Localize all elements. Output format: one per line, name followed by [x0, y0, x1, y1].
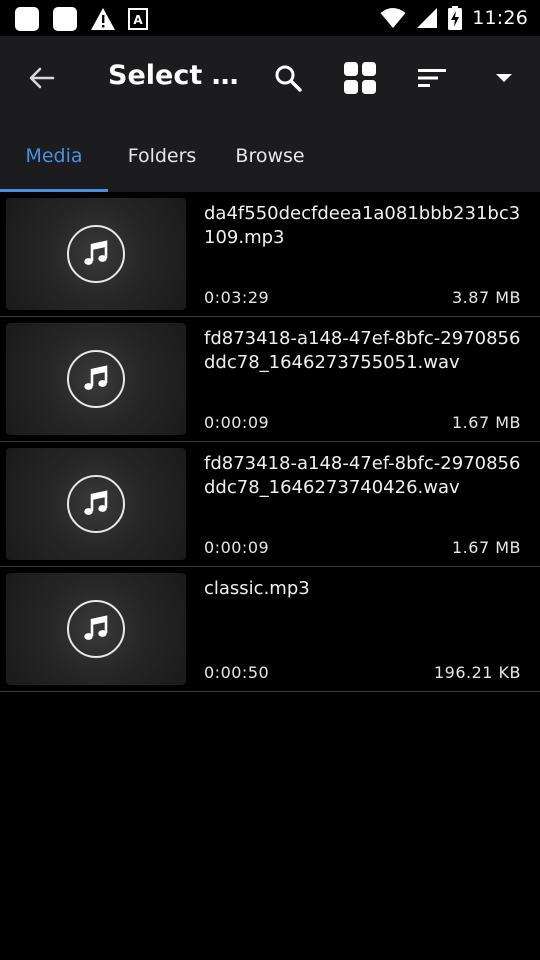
file-name: da4f550decfdeea1a081bbb231bc3109.mp3 [204, 203, 521, 248]
sort-icon [418, 69, 446, 87]
battery-charging-icon [448, 6, 463, 30]
grid-view-button[interactable] [340, 58, 380, 98]
svg-text:A: A [133, 13, 143, 27]
warning-icon [91, 8, 115, 30]
text-a-icon: A [128, 8, 148, 30]
music-note-icon [67, 350, 125, 408]
file-size: 196.21 KB [433, 663, 521, 682]
file-size: 1.67 MB [452, 413, 521, 432]
list-item[interactable]: fd873418-a148-47ef-8bfc-2970856ddc78_164… [0, 317, 540, 442]
tab-browse[interactable]: Browse [216, 120, 324, 192]
tab-media[interactable]: Media [0, 120, 108, 192]
notification-square-icon [15, 7, 39, 31]
thumbnail [6, 573, 186, 685]
app-bar: Select fi... [0, 36, 540, 120]
list-item[interactable]: da4f550decfdeea1a081bbb231bc3109.mp3 0:0… [0, 192, 540, 317]
back-arrow-icon [29, 67, 55, 89]
tab-folders[interactable]: Folders [108, 120, 216, 192]
grid-view-icon [344, 62, 376, 94]
wifi-icon [380, 8, 406, 28]
list-item[interactable]: fd873418-a148-47ef-8bfc-2970856ddc78_164… [0, 442, 540, 567]
tab-bar: Media Folders Browse [0, 120, 540, 192]
list-item[interactable]: classic.mp3 0:00:50 196.21 KB [0, 567, 540, 692]
status-right-icons: 11:26 [380, 6, 528, 30]
file-size: 1.67 MB [452, 538, 521, 557]
sort-button[interactable] [412, 58, 452, 98]
file-name: fd873418-a148-47ef-8bfc-2970856ddc78_164… [204, 328, 521, 373]
file-duration: 0:00:50 [204, 663, 270, 682]
file-size: 3.87 MB [452, 288, 521, 307]
file-duration: 0:00:09 [204, 538, 270, 557]
thumbnail [6, 448, 186, 560]
music-note-icon [67, 225, 125, 283]
music-note-icon [67, 475, 125, 533]
file-name: classic.mp3 [204, 578, 310, 599]
notification-square-icon [53, 7, 77, 31]
status-time: 11:26 [472, 7, 528, 29]
search-button[interactable] [268, 58, 308, 98]
file-list: da4f550decfdeea1a081bbb231bc3109.mp3 0:0… [0, 192, 540, 692]
search-icon [275, 65, 302, 92]
status-left-icons: A [14, 6, 148, 32]
signal-icon [417, 8, 438, 28]
music-note-icon [67, 600, 125, 658]
thumbnail [6, 198, 186, 310]
thumbnail [6, 323, 186, 435]
page-title: Select fi... [108, 60, 248, 91]
dropdown-arrow-icon [496, 74, 512, 82]
status-bar: A 11:26 [0, 0, 540, 36]
more-dropdown-button[interactable] [484, 58, 524, 98]
file-name: fd873418-a148-47ef-8bfc-2970856ddc78_164… [204, 453, 521, 498]
back-button[interactable] [22, 58, 62, 98]
file-duration: 0:03:29 [204, 288, 270, 307]
file-duration: 0:00:09 [204, 413, 270, 432]
